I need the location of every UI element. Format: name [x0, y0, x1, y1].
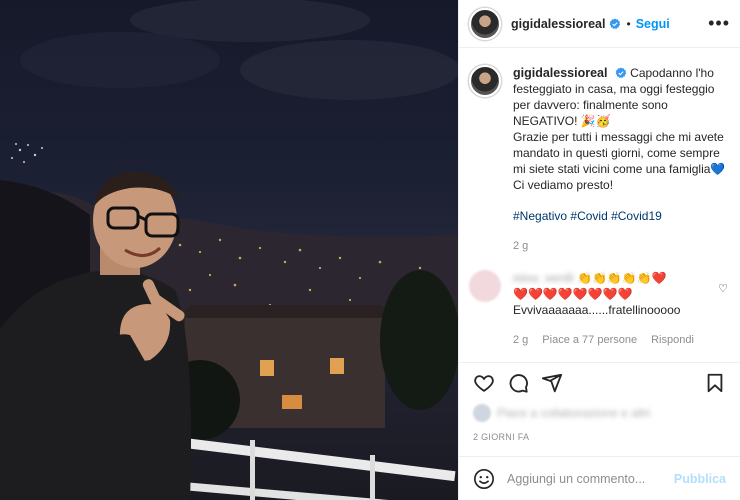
- comment-item: nino_verdi 👏👏👏👏👏❤️ ❤️❤️❤️❤️❤️❤️❤️❤️ Evvi…: [459, 254, 740, 348]
- hashtag-link[interactable]: #Covid19: [611, 209, 662, 223]
- likes-text: Piace a collaborazione e altri: [497, 406, 651, 420]
- comment-likes-link[interactable]: Piace a 77 persone: [542, 332, 637, 348]
- caption-avatar[interactable]: [469, 65, 501, 97]
- post-caption: gigidalessioreal Capodanno l'ho festeggi…: [459, 49, 740, 254]
- caption-username[interactable]: gigidalessioreal: [513, 66, 607, 80]
- reply-button[interactable]: Rispondi: [651, 332, 694, 348]
- caption-text-3: Ci vediamo presto!: [513, 178, 614, 192]
- share-icon[interactable]: [541, 372, 563, 394]
- more-options-icon[interactable]: •••: [708, 13, 730, 34]
- caption-text-2: Grazie per tutti i messaggi che mi avete…: [513, 130, 726, 176]
- comments-scroll-area[interactable]: gigidalessioreal Capodanno l'ho festeggi…: [459, 49, 740, 361]
- comment-emojis: 👏👏👏👏👏❤️: [577, 271, 667, 285]
- post-photo[interactable]: [0, 0, 458, 500]
- comment-meta: 2 g Piace a 77 persone Rispondi: [513, 332, 694, 348]
- heart-icon[interactable]: [473, 372, 495, 394]
- follow-button[interactable]: Segui: [636, 17, 670, 31]
- post-date: 2 GIORNI FA: [473, 432, 530, 442]
- photo-scene: [0, 0, 458, 500]
- comment-username[interactable]: nino_verdi: [513, 271, 574, 285]
- caption-timestamp: 2 g: [513, 240, 529, 252]
- comment-avatar[interactable]: [469, 270, 501, 302]
- comment-input[interactable]: [507, 471, 674, 486]
- publish-button[interactable]: Pubblica: [674, 472, 726, 486]
- hashtag-link[interactable]: #Negativo: [513, 209, 567, 223]
- bookmark-icon[interactable]: [704, 372, 726, 394]
- comment-like-icon[interactable]: ♡: [718, 282, 728, 295]
- likes-summary[interactable]: Piace a collaborazione e altri: [473, 404, 726, 422]
- verified-icon: [610, 18, 621, 29]
- comment-text: Evvivaaaaaaa......fratellinooooo: [513, 303, 681, 317]
- hashtag-list: #Negativo #Covid #Covid19: [513, 208, 730, 224]
- comment-icon[interactable]: [507, 372, 529, 394]
- verified-icon: [615, 67, 627, 78]
- hashtag-link[interactable]: #Covid: [570, 209, 607, 223]
- emoji-icon[interactable]: [473, 468, 495, 490]
- post-header: gigidalessioreal • Segui •••: [459, 0, 740, 48]
- comment-time: 2 g: [513, 334, 529, 346]
- comment-hearts: ❤️❤️❤️❤️❤️❤️❤️❤️: [513, 287, 633, 301]
- header-username[interactable]: gigidalessioreal: [511, 17, 605, 31]
- avatar[interactable]: [469, 7, 501, 40]
- separator-dot: •: [626, 16, 631, 31]
- post-detail-panel: gigidalessioreal • Segui ••• gigidalessi…: [458, 0, 740, 500]
- post-actions-bar: [459, 362, 740, 402]
- liker-avatar: [473, 404, 491, 422]
- add-comment-bar: Pubblica: [459, 456, 740, 500]
